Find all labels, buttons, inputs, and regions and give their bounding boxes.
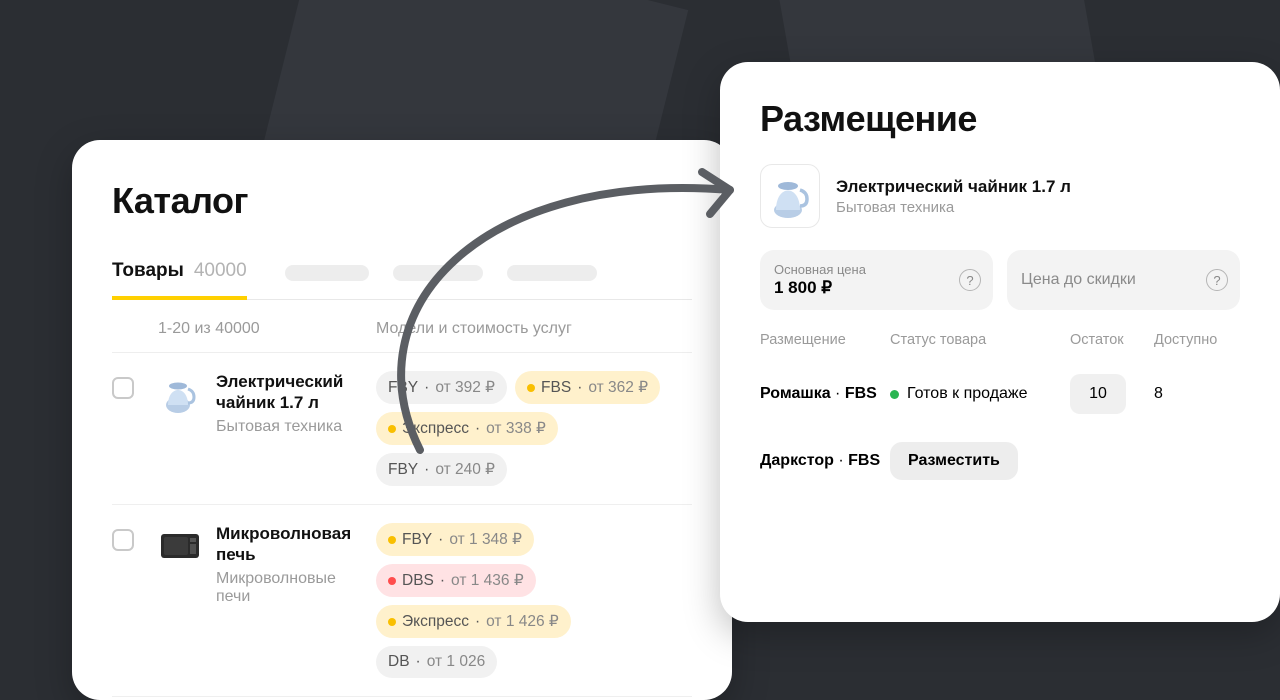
microwave-icon [158, 523, 202, 569]
column-headers: 1-20 из 40000 Модели и стоимость услуг [112, 300, 692, 353]
model-chip[interactable]: FBY · от 240 ₽ [376, 453, 507, 486]
col-stock: Остаток [1070, 332, 1154, 348]
kettle-icon [158, 371, 202, 417]
placement-product-name: Электрический чайник 1.7 л [836, 177, 1071, 197]
tab-placeholder [393, 265, 483, 281]
model-chip[interactable]: FBY · от 392 ₽ [376, 371, 507, 404]
placement-title: Размещение [760, 98, 1240, 140]
warehouse-model: FBS [848, 452, 880, 469]
product-name: Электрический чайник 1.7 л [216, 371, 364, 414]
table-row: Микроволновая печь Микроволновые печи FB… [112, 505, 692, 697]
status-text: Готов к продаже [907, 385, 1028, 403]
catalog-panel: Каталог Товары 40000 1-20 из 40000 Модел… [72, 140, 732, 700]
discount-price-placeholder: Цена до скидки [1021, 271, 1226, 289]
model-chip[interactable]: DBS · от 1 436 ₽ [376, 564, 536, 597]
catalog-title: Каталог [112, 180, 692, 222]
model-chip[interactable]: FBS · от 362 ₽ [515, 371, 660, 404]
tab-placeholder [507, 265, 597, 281]
placement-column-headers: Размещение Статус товара Остаток Доступн… [760, 332, 1240, 360]
warehouse-model: FBS [845, 385, 877, 402]
main-price-value: 1 800 ₽ [774, 278, 979, 298]
tabs: Товары 40000 [112, 246, 692, 300]
status-dot-icon [388, 577, 396, 585]
status-dot-icon [527, 384, 535, 392]
col-placement: Размещение [760, 332, 890, 348]
status-dot-icon [388, 425, 396, 433]
stock-input[interactable]: 10 [1070, 374, 1126, 414]
model-chips: FBY · от 1 348 ₽ DBS · от 1 436 ₽ Экспре… [376, 523, 692, 678]
kettle-icon [760, 164, 820, 228]
tab-placeholder [285, 265, 369, 281]
model-chip[interactable]: DB · от 1 026 [376, 646, 497, 678]
model-chip[interactable]: Экспресс · от 1 426 ₽ [376, 605, 571, 638]
product-name: Микроволновая печь [216, 523, 364, 566]
model-chips: FBY · от 392 ₽ FBS · от 362 ₽ Экспресс ·… [376, 371, 692, 486]
row-checkbox[interactable] [112, 529, 134, 551]
status-dot-icon [890, 390, 899, 399]
placement-product-category: Бытовая техника [836, 199, 1071, 216]
warehouse-name: Даркстор [760, 452, 834, 469]
tab-products[interactable]: Товары 40000 [112, 246, 247, 300]
col-available: Доступно [1154, 332, 1244, 348]
warehouse-name: Ромашка [760, 385, 831, 402]
help-icon[interactable]: ? [959, 269, 981, 291]
product-category: Микроволновые печи [216, 570, 364, 606]
pagination-label: 1-20 из 40000 [158, 320, 376, 338]
help-icon[interactable]: ? [1206, 269, 1228, 291]
product-category: Бытовая техника [216, 418, 364, 436]
column-models: Модели и стоимость услуг [376, 320, 692, 338]
table-row: Электрический чайник 1.7 л Бытовая техни… [112, 353, 692, 505]
model-chip[interactable]: FBY · от 1 348 ₽ [376, 523, 534, 556]
place-button[interactable]: Разместить [890, 442, 1018, 480]
row-checkbox[interactable] [112, 377, 134, 399]
status-dot-icon [388, 536, 396, 544]
status-dot-icon [388, 618, 396, 626]
main-price-input[interactable]: Основная цена 1 800 ₽ ? [760, 250, 993, 310]
tab-products-label: Товары [112, 260, 184, 282]
available-value: 8 [1154, 385, 1244, 403]
placement-row: Ромашка · FBS Готов к продаже 10 8 [760, 360, 1240, 428]
tab-products-count: 40000 [194, 260, 247, 282]
placement-row: Даркстор · FBS Разместить [760, 428, 1240, 494]
model-chip[interactable]: Экспресс · от 338 ₽ [376, 412, 558, 445]
discount-price-input[interactable]: Цена до скидки ? [1007, 250, 1240, 310]
col-status: Статус товара [890, 332, 1070, 348]
main-price-label: Основная цена [774, 262, 979, 277]
product-header: Электрический чайник 1.7 л Бытовая техни… [760, 164, 1240, 228]
placement-panel: Размещение Электрический чайник 1.7 л Бы… [720, 62, 1280, 622]
